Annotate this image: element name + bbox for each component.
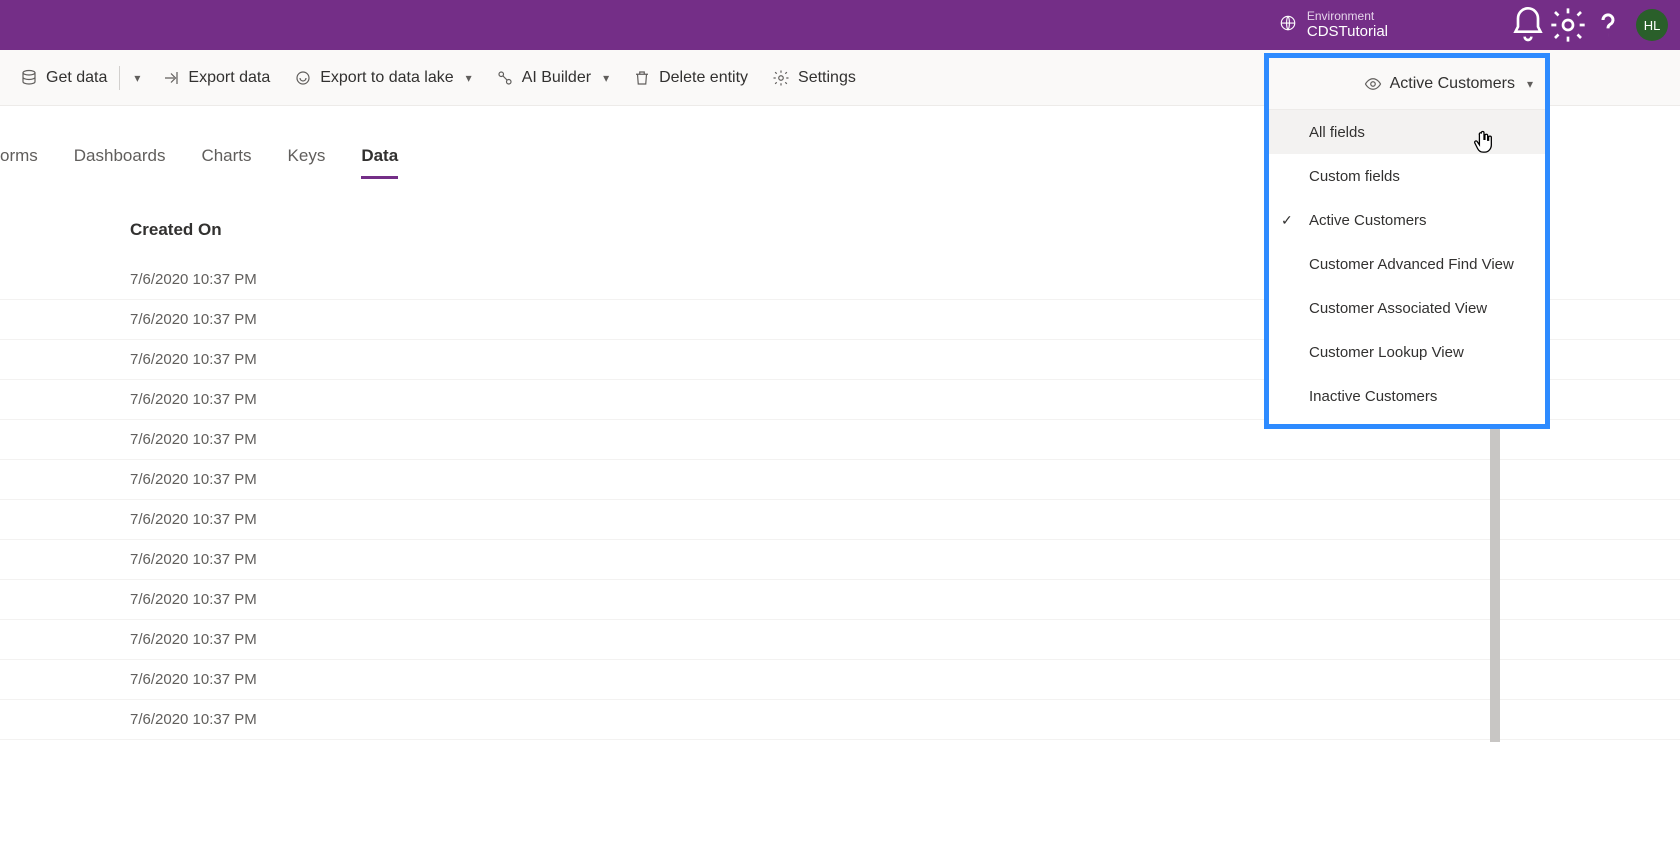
ai-builder-label: AI Builder: [522, 69, 591, 87]
cell-created-on: 7/6/2020 10:37 PM: [130, 711, 257, 728]
get-data-label: Get data: [46, 69, 107, 87]
environment-label: Environment: [1307, 9, 1388, 23]
view-option-label: Customer Lookup View: [1309, 344, 1464, 361]
view-option-custom-fields[interactable]: Custom fields: [1269, 154, 1545, 198]
cell-created-on: 7/6/2020 10:37 PM: [130, 391, 257, 408]
view-option-inactive-customers[interactable]: Inactive Customers: [1269, 374, 1545, 418]
cell-created-on: 7/6/2020 10:37 PM: [130, 351, 257, 368]
cell-created-on: 7/6/2020 10:37 PM: [130, 511, 257, 528]
notifications-button[interactable]: [1508, 5, 1548, 45]
view-option-label: Inactive Customers: [1309, 388, 1437, 405]
avatar[interactable]: HL: [1636, 9, 1668, 41]
cell-created-on: 7/6/2020 10:37 PM: [130, 631, 257, 648]
view-option-advanced-find[interactable]: Customer Advanced Find View: [1269, 242, 1545, 286]
get-data-chevron[interactable]: ▾: [120, 50, 150, 105]
tab-charts[interactable]: Charts: [201, 146, 251, 179]
view-option-associated-view[interactable]: Customer Associated View: [1269, 286, 1545, 330]
export-lake-button[interactable]: Export to data lake ▾: [282, 50, 483, 105]
view-selector-label: Active Customers: [1390, 75, 1515, 93]
environment-switcher[interactable]: Environment CDSTutorial: [1279, 9, 1388, 41]
check-icon: ✓: [1281, 212, 1293, 229]
tab-dashboards[interactable]: Dashboards: [74, 146, 166, 179]
chevron-down-icon: ▾: [1527, 77, 1533, 91]
environment-name: CDSTutorial: [1307, 23, 1388, 41]
table-row[interactable]: 7/6/2020 10:37 PM: [0, 460, 1680, 500]
export-data-label: Export data: [188, 69, 270, 87]
cell-created-on: 7/6/2020 10:37 PM: [130, 551, 257, 568]
tab-forms[interactable]: orms: [0, 146, 38, 179]
table-row[interactable]: 7/6/2020 10:37 PM: [0, 620, 1680, 660]
view-option-label: All fields: [1309, 124, 1365, 141]
gear-icon: [772, 69, 790, 87]
export-lake-label: Export to data lake: [320, 69, 453, 87]
view-option-active-customers[interactable]: ✓ Active Customers: [1269, 198, 1545, 242]
chevron-down-icon: ▾: [603, 71, 609, 85]
vertical-scrollbar[interactable]: [1490, 422, 1500, 742]
view-option-all-fields[interactable]: All fields: [1269, 110, 1545, 154]
view-option-label: Active Customers: [1309, 212, 1427, 229]
view-selector-dropdown: Active Customers ▾ All fields Custom fie…: [1264, 53, 1550, 429]
ai-builder-button[interactable]: AI Builder ▾: [484, 50, 621, 105]
settings-button[interactable]: [1548, 5, 1588, 45]
table-row[interactable]: 7/6/2020 10:37 PM: [0, 580, 1680, 620]
lake-icon: [294, 69, 312, 87]
export-icon: [162, 69, 180, 87]
table-row[interactable]: 7/6/2020 10:37 PM: [0, 660, 1680, 700]
globe-icon: [1279, 14, 1297, 35]
table-row[interactable]: 7/6/2020 10:37 PM: [0, 700, 1680, 740]
chevron-down-icon: ▾: [134, 71, 140, 85]
tab-data[interactable]: Data: [361, 146, 398, 179]
delete-entity-button[interactable]: Delete entity: [621, 50, 760, 105]
cell-created-on: 7/6/2020 10:37 PM: [130, 311, 257, 328]
database-icon: [20, 69, 38, 87]
cell-created-on: 7/6/2020 10:37 PM: [130, 431, 257, 448]
view-option-label: Custom fields: [1309, 168, 1400, 185]
export-data-button[interactable]: Export data: [150, 50, 282, 105]
help-button[interactable]: [1588, 5, 1628, 45]
tab-keys[interactable]: Keys: [288, 146, 326, 179]
chevron-down-icon: ▾: [466, 71, 472, 85]
app-header: Environment CDSTutorial HL: [0, 0, 1680, 50]
delete-entity-label: Delete entity: [659, 69, 748, 87]
settings-entity-label: Settings: [798, 69, 856, 87]
settings-entity-button[interactable]: Settings: [760, 50, 868, 105]
eye-icon: [1364, 75, 1382, 93]
cell-created-on: 7/6/2020 10:37 PM: [130, 271, 257, 288]
view-selector-button[interactable]: Active Customers ▾: [1269, 58, 1545, 110]
cell-created-on: 7/6/2020 10:37 PM: [130, 591, 257, 608]
table-row[interactable]: 7/6/2020 10:37 PM: [0, 500, 1680, 540]
view-option-lookup-view[interactable]: Customer Lookup View: [1269, 330, 1545, 374]
cell-created-on: 7/6/2020 10:37 PM: [130, 671, 257, 688]
view-option-label: Customer Associated View: [1309, 300, 1487, 317]
get-data-button[interactable]: Get data: [8, 50, 119, 105]
table-row[interactable]: 7/6/2020 10:37 PM: [0, 540, 1680, 580]
trash-icon: [633, 69, 651, 87]
cell-created-on: 7/6/2020 10:37 PM: [130, 471, 257, 488]
ai-icon: [496, 69, 514, 87]
view-option-label: Customer Advanced Find View: [1309, 256, 1514, 273]
